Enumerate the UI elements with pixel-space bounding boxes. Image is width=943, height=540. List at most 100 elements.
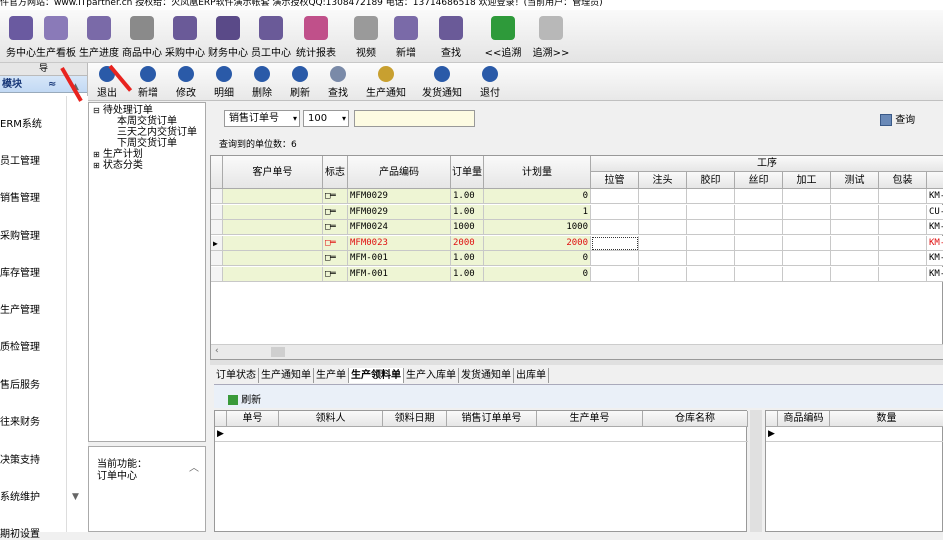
order-row[interactable]: □═MFM00291.000 KM-6 bbox=[211, 189, 943, 204]
nav-item[interactable]: 采购管理 bbox=[0, 227, 40, 242]
order-qty-cell[interactable]: 1000 bbox=[451, 220, 484, 235]
order-toolbar-button-6[interactable]: 查找 bbox=[323, 66, 353, 99]
process-cell[interactable] bbox=[783, 235, 831, 251]
tree-node-this-week[interactable]: 本周交货订单 bbox=[93, 116, 197, 127]
order-row[interactable]: □═MFM-0011.000 KM-6 bbox=[211, 251, 943, 266]
process-cell[interactable] bbox=[591, 266, 639, 282]
order-qty-cell[interactable]: 1.00 bbox=[451, 204, 484, 220]
process-cell[interactable] bbox=[735, 251, 783, 266]
customer-no-cell[interactable] bbox=[223, 235, 323, 251]
plan-qty-cell[interactable]: 0 bbox=[484, 189, 591, 204]
plan-qty-cell[interactable]: 1 bbox=[484, 204, 591, 220]
nav-item[interactable]: 销售管理 bbox=[0, 189, 40, 204]
plan-qty-cell[interactable]: 0 bbox=[484, 266, 591, 282]
sub-tab[interactable]: 发货通知单 bbox=[459, 368, 514, 383]
flag-cell[interactable]: □═ bbox=[323, 220, 348, 235]
toolbar-button-10[interactable]: 查找 bbox=[430, 16, 472, 59]
process-cell[interactable] bbox=[831, 266, 879, 282]
process-cell[interactable] bbox=[591, 204, 639, 220]
process-cell[interactable] bbox=[879, 189, 927, 204]
splitter[interactable] bbox=[210, 360, 943, 365]
process-cell[interactable] bbox=[735, 189, 783, 204]
process-cell[interactable] bbox=[831, 220, 879, 235]
process-cell[interactable] bbox=[735, 235, 783, 251]
process-cell[interactable] bbox=[591, 189, 639, 204]
nav-item[interactable]: 员工管理 bbox=[0, 152, 40, 167]
order-row[interactable]: □═MFM-0011.000 KM-6 bbox=[211, 266, 943, 282]
sub-tab[interactable]: 生产通知单 bbox=[259, 368, 314, 383]
result-count-select[interactable]: 100 ▾ bbox=[303, 110, 349, 127]
order-qty-cell[interactable]: 1.00 bbox=[451, 189, 484, 204]
customer-no-cell[interactable] bbox=[223, 251, 323, 266]
flag-cell[interactable]: □═ bbox=[323, 251, 348, 266]
process-cell[interactable] bbox=[639, 220, 687, 235]
process-cell[interactable] bbox=[591, 235, 639, 251]
process-cell[interactable] bbox=[735, 204, 783, 220]
order-toolbar-button-1[interactable]: 新增 bbox=[133, 66, 163, 99]
process-cell[interactable] bbox=[639, 266, 687, 282]
search-input[interactable] bbox=[354, 110, 475, 127]
tree-node-next-week[interactable]: 下周交货订单 bbox=[93, 138, 197, 149]
toolbar-button-9[interactable]: 新增 bbox=[385, 16, 427, 59]
order-qty-cell[interactable]: 2000 bbox=[451, 235, 484, 251]
process-cell[interactable] bbox=[879, 220, 927, 235]
material-empty-row[interactable]: ▶ bbox=[215, 427, 748, 442]
sub-tab[interactable]: 生产入库单 bbox=[404, 368, 459, 383]
process-cell[interactable] bbox=[639, 189, 687, 204]
plan-qty-cell[interactable]: 0 bbox=[484, 251, 591, 266]
process-cell[interactable] bbox=[783, 220, 831, 235]
toolbar-button-7[interactable]: 统计报表 bbox=[295, 16, 337, 59]
product-code-cell[interactable]: MFM0029 bbox=[348, 204, 451, 220]
toolbar-button-8[interactable]: 视频 bbox=[345, 16, 387, 59]
nav-item[interactable]: 期初设置 bbox=[0, 525, 40, 540]
process-cell[interactable] bbox=[735, 266, 783, 282]
toolbar-button-11[interactable]: <<追溯 bbox=[480, 16, 526, 59]
tree-node-status[interactable]: ⊞ 状态分类 bbox=[93, 160, 197, 171]
toolbar-button-1[interactable]: 生产看板 bbox=[35, 16, 77, 59]
process-cell[interactable] bbox=[687, 189, 735, 204]
process-cell[interactable] bbox=[591, 220, 639, 235]
toolbar-button-5[interactable]: 财务中心 bbox=[207, 16, 249, 59]
toolbar-button-3[interactable]: 商品中心 bbox=[121, 16, 163, 59]
process-cell[interactable] bbox=[687, 235, 735, 251]
process-cell[interactable] bbox=[687, 266, 735, 282]
sub-tab[interactable]: 生产领料单 bbox=[349, 368, 404, 383]
flag-cell[interactable]: □═ bbox=[323, 235, 348, 251]
order-row[interactable]: □═MFM00291.001 CU-1 bbox=[211, 204, 943, 220]
process-cell[interactable] bbox=[783, 251, 831, 266]
toolbar-button-12[interactable]: 追溯>> bbox=[528, 16, 574, 59]
customer-no-cell[interactable] bbox=[223, 204, 323, 220]
customer-no-cell[interactable] bbox=[223, 266, 323, 282]
nav-item[interactable]: 决策支持 bbox=[0, 451, 40, 466]
nav-scrollbar[interactable]: ▲ ▼ bbox=[66, 82, 88, 532]
plan-qty-cell[interactable]: 2000 bbox=[484, 235, 591, 251]
sub-tab[interactable]: 生产单 bbox=[314, 368, 349, 383]
order-toolbar-button-4[interactable]: 删除 bbox=[247, 66, 277, 99]
order-toolbar-button-8[interactable]: 发货通知 bbox=[416, 66, 468, 99]
process-cell[interactable] bbox=[831, 251, 879, 266]
order-toolbar-button-9[interactable]: 退付 bbox=[475, 66, 505, 99]
product-code-cell[interactable]: MFM-001 bbox=[348, 266, 451, 282]
sub-refresh-button[interactable]: 刷新 bbox=[228, 391, 261, 406]
flag-cell[interactable]: □═ bbox=[323, 266, 348, 282]
order-qty-cell[interactable]: 1.00 bbox=[451, 266, 484, 282]
nav-item[interactable]: 库存管理 bbox=[0, 264, 40, 279]
process-cell[interactable] bbox=[591, 251, 639, 266]
product-code-cell[interactable]: MFM0023 bbox=[348, 235, 451, 251]
process-cell[interactable] bbox=[735, 220, 783, 235]
process-cell[interactable] bbox=[879, 204, 927, 220]
sub-tab[interactable]: 出库单 bbox=[514, 368, 549, 383]
process-cell[interactable] bbox=[831, 204, 879, 220]
tree-node-pending[interactable]: ⊟ 待处理订单 bbox=[93, 105, 197, 116]
toolbar-button-2[interactable]: 生产进度 bbox=[78, 16, 120, 59]
process-cell[interactable] bbox=[783, 189, 831, 204]
horizontal-scrollbar[interactable]: ‹ bbox=[211, 344, 943, 359]
flag-cell[interactable]: □═ bbox=[323, 204, 348, 220]
detail-empty-row[interactable]: ▶ bbox=[766, 427, 943, 442]
toolbar-button-6[interactable]: 员工中心 bbox=[250, 16, 292, 59]
product-code-cell[interactable]: MFM0024 bbox=[348, 220, 451, 235]
nav-item[interactable]: ERM系统 bbox=[0, 115, 42, 130]
process-cell[interactable] bbox=[687, 220, 735, 235]
nav-item[interactable]: 售后服务 bbox=[0, 376, 40, 391]
toolbar-button-4[interactable]: 采购中心 bbox=[164, 16, 206, 59]
